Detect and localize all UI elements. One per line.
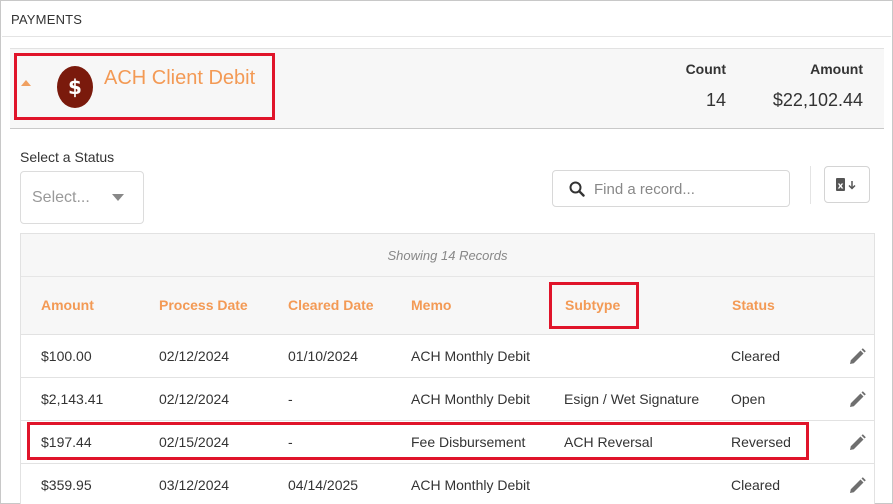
records-grid: Showing 14 Records Amount Process Date C… [20,233,875,504]
cell-status: Cleared [731,348,781,364]
column-header-amount[interactable]: Amount [41,297,94,313]
cell-memo: ACH Monthly Debit [411,477,531,493]
cell-subtype: Esign / Wet Signature [564,391,700,407]
pencil-icon[interactable] [847,433,867,453]
count-value: 14 [705,90,726,110]
highlight-box-category [14,53,275,120]
table-row: $100.00 02/12/2024 01/10/2024 ACH Monthl… [21,334,874,377]
cell-process-date: 02/12/2024 [159,391,230,407]
search-input[interactable] [594,179,779,199]
records-count-text: Showing 14 Records [387,248,508,263]
cell-process-date: 02/12/2024 [159,348,230,364]
payments-panel: PAYMENTS $ ACH Client Debit Count 14 Amo… [0,0,893,504]
column-header-memo[interactable]: Memo [411,297,451,313]
column-header-process-date[interactable]: Process Date [159,297,248,313]
status-select[interactable]: Select... [20,171,144,224]
column-header-cleared-date[interactable]: Cleared Date [288,297,374,313]
table-row: $2,143.41 02/12/2024 - ACH Monthly Debit… [21,377,874,420]
cell-cleared-date: 01/10/2024 [288,348,359,364]
cell-amount: $100.00 [41,348,92,364]
cell-memo: ACH Monthly Debit [411,348,531,364]
amount-value: $22,102.44 [772,90,863,110]
pencil-icon[interactable] [847,476,867,496]
export-excel-button[interactable]: x [824,166,870,203]
pencil-icon[interactable] [847,390,867,410]
amount-label: Amount [810,61,863,77]
cell-memo: ACH Monthly Debit [411,391,531,407]
count-label: Count [685,61,726,77]
search-box[interactable] [552,170,790,207]
title-divider [2,36,891,37]
excel-download-icon: x [836,177,856,191]
panel-title: PAYMENTS [11,12,83,27]
cell-cleared-date: - [288,391,293,407]
chevron-down-icon [112,194,124,201]
status-select-placeholder: Select... [32,189,90,206]
search-icon [569,181,585,197]
status-filter-label: Select a Status [20,149,115,165]
table-row: $359.95 03/12/2024 04/14/2025 ACH Monthl… [21,463,874,504]
cell-status: Cleared [731,477,781,493]
svg-text:x: x [838,181,844,191]
column-header-status[interactable]: Status [732,297,775,313]
grid-header: Showing 14 Records Amount Process Date C… [21,234,874,334]
cell-status: Open [731,391,766,407]
toolbar-divider [810,166,811,204]
pencil-icon[interactable] [847,347,867,367]
cell-amount: $359.95 [41,477,92,493]
cell-cleared-date: 04/14/2025 [288,477,359,493]
highlight-box-row [27,422,809,460]
cell-amount: $2,143.41 [41,391,104,407]
highlight-box-subtype [549,282,639,329]
cell-process-date: 03/12/2024 [159,477,230,493]
header-divider [21,276,874,277]
